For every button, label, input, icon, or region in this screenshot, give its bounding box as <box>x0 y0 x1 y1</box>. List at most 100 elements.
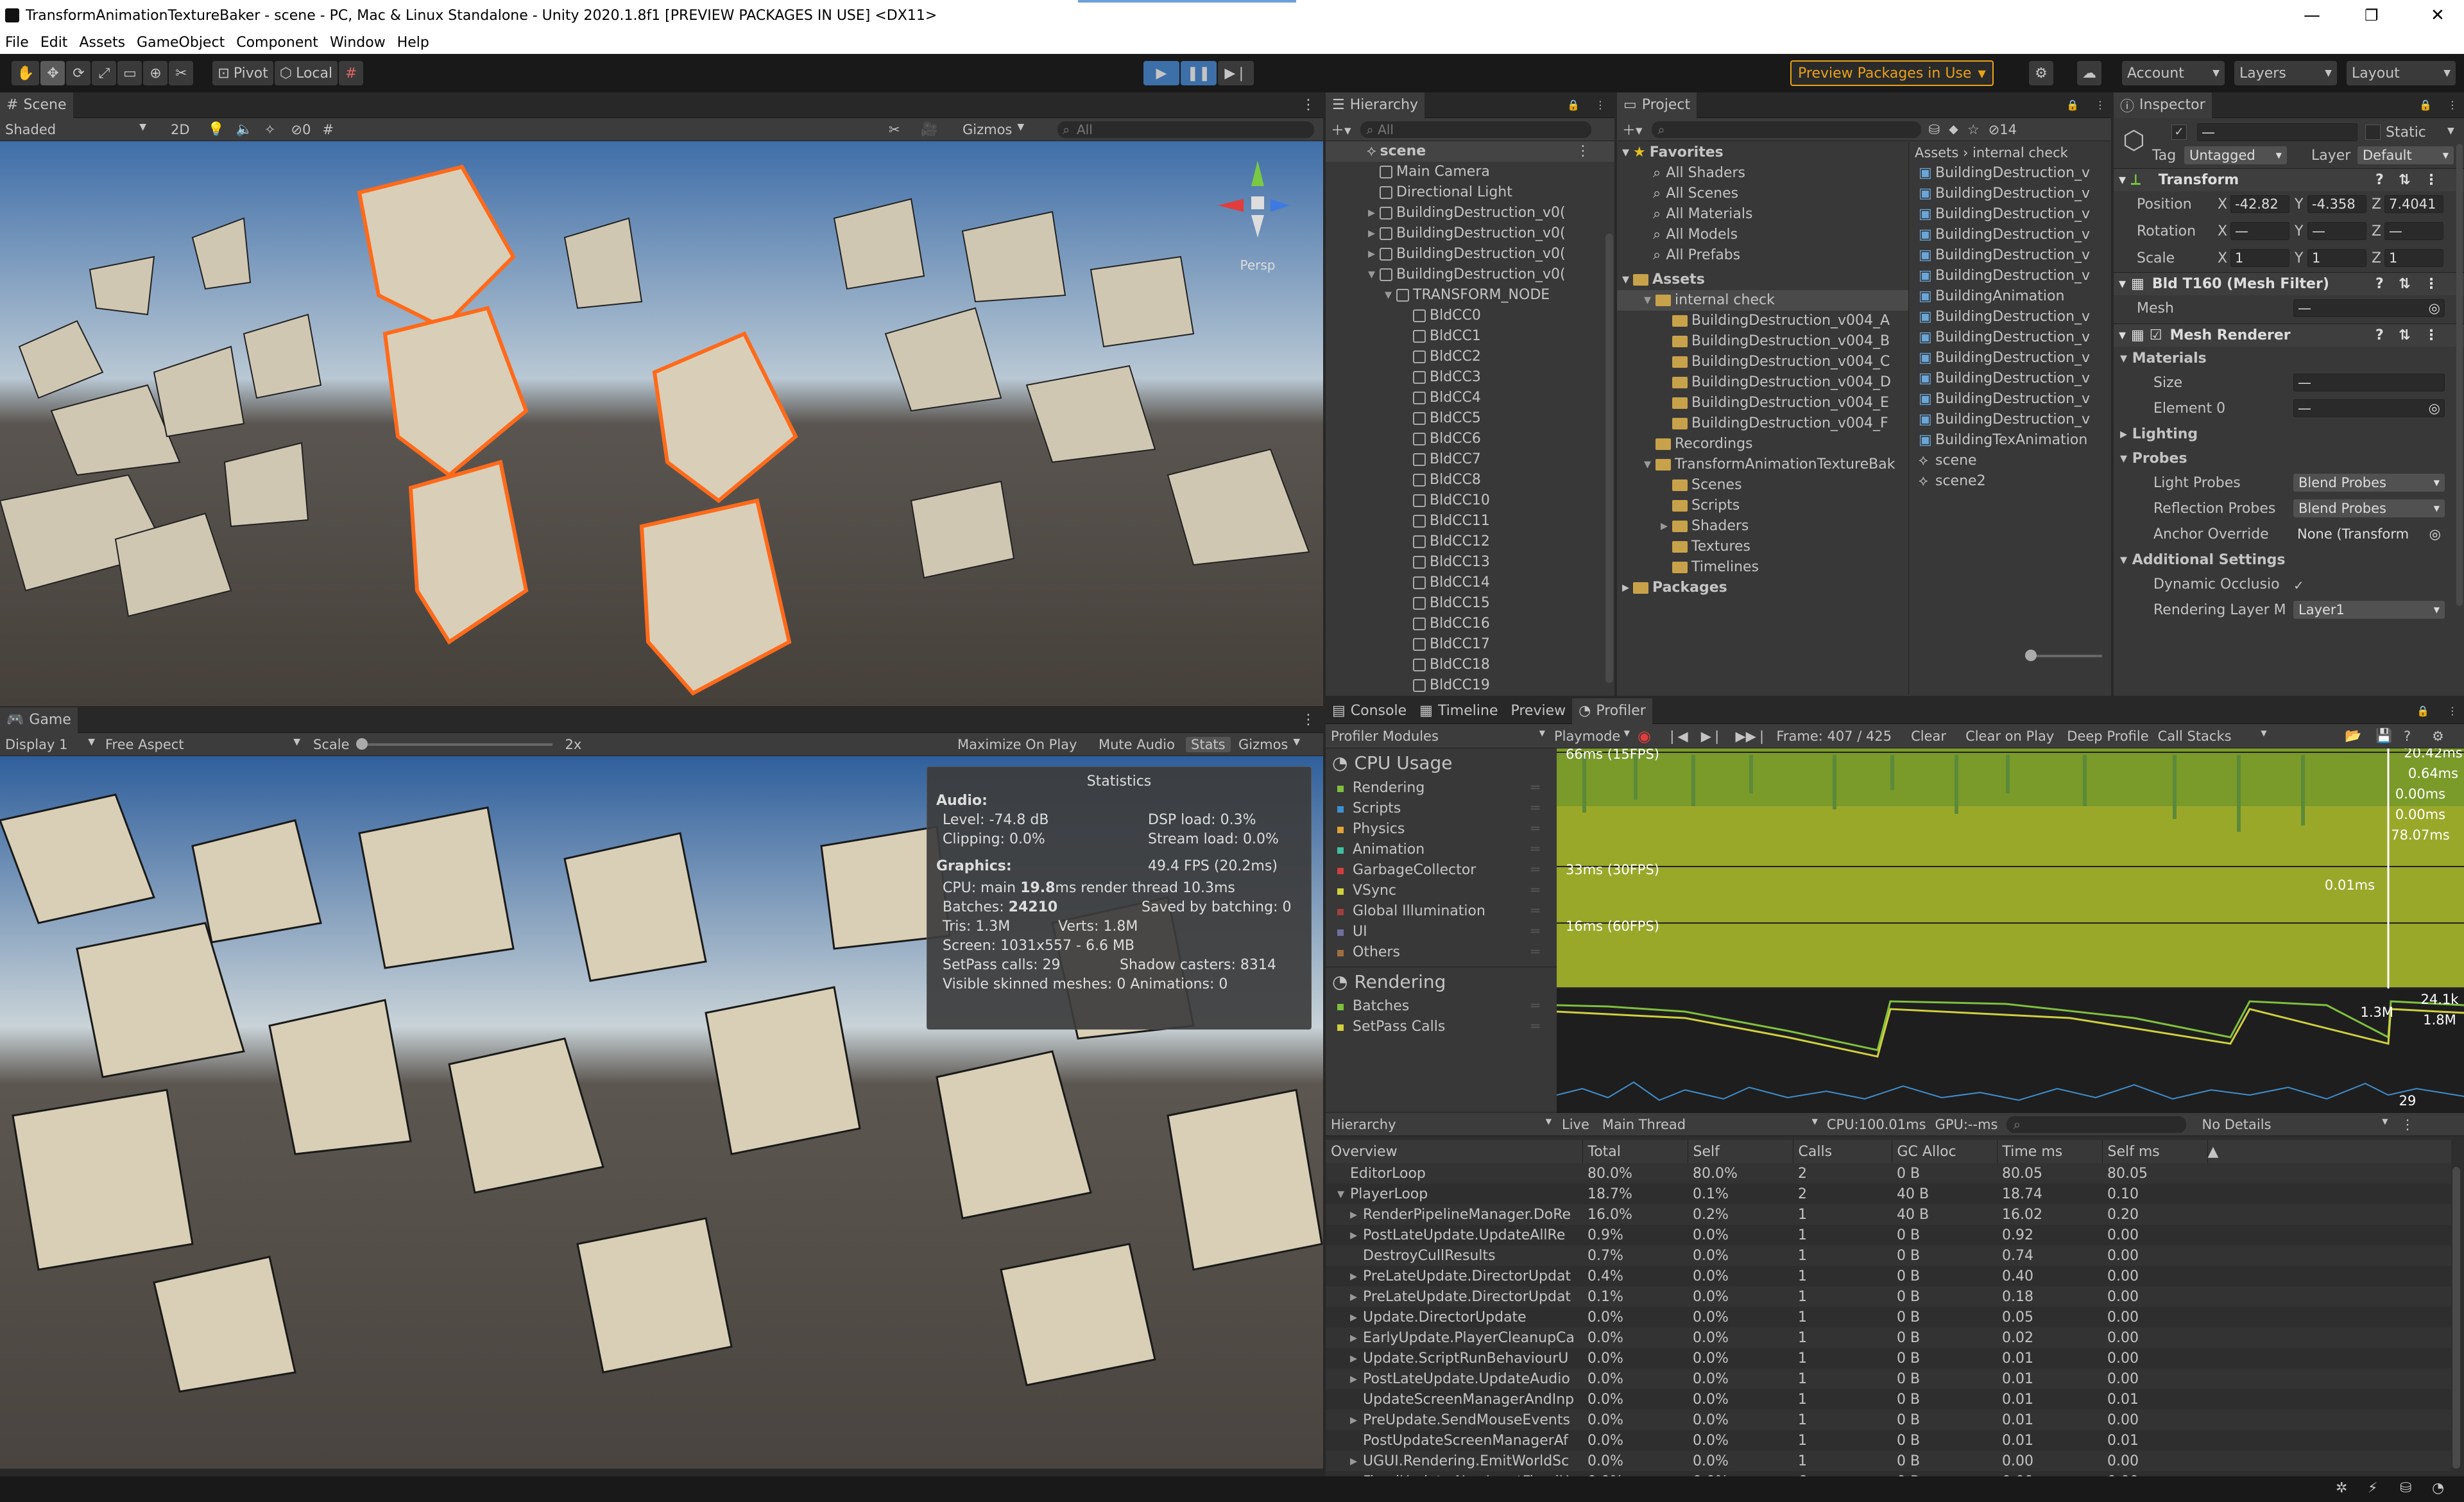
object-picker-icon[interactable]: ◎ <box>2429 300 2440 316</box>
reflection-probes-dropdown[interactable]: Blend Probes ▼ <box>2293 499 2445 517</box>
hidden-packages-icon[interactable]: ⊘ <box>1989 122 2000 137</box>
next-frame-icon[interactable]: ▶❘ <box>1701 729 1723 744</box>
hierarchy-item[interactable]: BldCC5 <box>1326 408 1614 429</box>
thread-dropdown[interactable]: Main Thread ▼ <box>1602 1117 1818 1132</box>
legend-item[interactable]: Animation ═ <box>1326 840 1557 860</box>
kebab-menu-icon[interactable]: ⋮ <box>2095 99 2105 111</box>
camera-icon[interactable]: 🎥 <box>921 121 937 137</box>
thumbnail-slider-thumb[interactable] <box>2025 650 2037 661</box>
file-item[interactable]: ▣ BuildingDestruction_v <box>1910 368 2111 389</box>
add-icon[interactable]: ＋▾ <box>1331 120 1351 139</box>
hierarchy-item[interactable]: ▸ BuildingDestruction_v0( <box>1326 203 1614 223</box>
preset-icon[interactable]: ⇅ <box>2399 172 2410 188</box>
legend-item[interactable]: Rendering ═ <box>1326 778 1557 798</box>
expand-arrow-icon[interactable]: ▸ <box>1368 223 1380 244</box>
rendering-module[interactable]: ◔ Rendering <box>1326 967 1557 996</box>
expand-arrow-icon[interactable]: ▸ <box>1350 1330 1363 1346</box>
table-row[interactable]: UpdateScreenManagerAndInp 0.0% 0.0% 1 0 B 0.0… <box>1326 1389 2451 1410</box>
profiler-search-input[interactable]: ⌕ <box>2006 1116 2187 1133</box>
tools-icon[interactable]: ✂ <box>889 122 900 137</box>
grid-icon[interactable]: # <box>322 122 334 137</box>
hierarchy-item[interactable]: BldCC11 <box>1326 511 1614 531</box>
drag-handle-icon[interactable]: ═ <box>1531 819 1539 840</box>
transform-pos-x-field[interactable]: -42.82 <box>2230 195 2289 213</box>
stats-button[interactable]: Stats <box>1186 736 1231 752</box>
expand-arrow-icon[interactable]: ▸ <box>1661 516 1672 537</box>
maximize-on-play-button[interactable]: Maximize On Play <box>954 737 1081 752</box>
legend-item[interactable]: VSync ═ <box>1326 881 1557 901</box>
file-item[interactable]: ▣ BuildingDestruction_v <box>1910 389 2111 410</box>
folder-item[interactable]: ▾ TransformAnimationTextureBak <box>1617 454 1908 475</box>
table-row[interactable]: ▸ PreLateUpdate.DirectorUpdat 0.1% 0.0% 1 0 B… <box>1326 1286 2451 1307</box>
hierarchy-item[interactable]: ▾ BuildingDestruction_v0( <box>1326 264 1614 285</box>
file-item[interactable]: ▣ BuildingDestruction_v <box>1910 266 2111 286</box>
folder-item[interactable]: ▾ internal check <box>1617 290 1908 311</box>
menu-component[interactable]: Component <box>236 35 318 51</box>
scene-search-input[interactable]: ⌕ All <box>1057 121 1314 138</box>
table-row[interactable]: ▸ RenderPipelineManager.DoRe 16.0% 0.2% 1 40 … <box>1326 1204 2451 1225</box>
hierarchy-item[interactable]: BldCC6 <box>1326 429 1614 449</box>
favorite-item[interactable]: ⌕ All Models <box>1617 225 1908 245</box>
play-button[interactable]: ▶ <box>1143 61 1179 85</box>
cache-icon[interactable]: ⛁ <box>2400 1480 2411 1496</box>
kebab-menu-icon[interactable]: ⋮ <box>1576 141 1590 162</box>
folder-item[interactable]: BuildingDestruction_v004_D <box>1617 372 1908 393</box>
expand-arrow-icon[interactable]: ▸ <box>1368 244 1380 264</box>
column-sort-icon[interactable]: ▲ <box>2207 1140 2451 1163</box>
column-header[interactable]: Time ms <box>1997 1140 2103 1163</box>
assets-head[interactable]: ▾ Assets <box>1617 270 1908 290</box>
breadcrumb-leaf[interactable]: internal check <box>1972 145 2068 160</box>
transform-rot-x-field[interactable]: — <box>2230 222 2289 240</box>
drag-handle-icon[interactable]: ═ <box>1531 840 1539 860</box>
menu-assets[interactable]: Assets <box>79 35 125 51</box>
file-item[interactable]: ▣ BuildingAnimation <box>1910 286 2111 307</box>
shading-dropdown[interactable]: Shaded ▼ <box>0 122 151 137</box>
display-dropdown[interactable]: Display 1 ▼ <box>0 737 100 752</box>
lighting-icon[interactable]: 💡 <box>208 121 225 137</box>
mute-audio-button[interactable]: Mute Audio <box>1095 737 1179 752</box>
hierarchy-item[interactable]: BldCC3 <box>1326 367 1614 388</box>
inspector-scrollbar[interactable] <box>2456 144 2463 606</box>
hierarchy-scene-row[interactable]: ⟡ scene ⋮ <box>1326 141 1614 162</box>
kebab-menu-icon[interactable]: ⋮ <box>1595 99 1605 111</box>
record-icon[interactable]: ◉ <box>1638 727 1651 745</box>
column-header[interactable]: GC Alloc <box>1892 1140 1998 1163</box>
folder-item[interactable]: BuildingDestruction_v004_A <box>1617 311 1908 331</box>
profiler-modules-dropdown[interactable]: Profiler Modules ▼ <box>1326 729 1550 744</box>
folder-item[interactable]: BuildingDestruction_v004_E <box>1617 393 1908 413</box>
hierarchy-item[interactable]: BldCC12 <box>1326 531 1614 552</box>
table-row[interactable]: ▸ PreUpdate.SendMouseEvents 0.0% 0.0% 1 0 B 0.… <box>1326 1410 2451 1430</box>
step-button[interactable]: ▶❘ <box>1218 61 1254 85</box>
transform-rot-y-field[interactable]: — <box>2307 222 2366 240</box>
hierarchy-item[interactable]: BldCC8 <box>1326 470 1614 490</box>
column-header[interactable]: Overview <box>1326 1140 1583 1163</box>
file-item[interactable]: ▣ BuildingTexAnimation <box>1910 430 2111 451</box>
expand-arrow-icon[interactable]: ▸ <box>1368 203 1380 223</box>
tab-profiler[interactable]: ◔ Profiler <box>1572 698 1652 724</box>
progress-icon[interactable]: ◔ <box>2432 1480 2444 1496</box>
light-probes-dropdown[interactable]: Blend Probes ▼ <box>2293 474 2445 492</box>
file-item[interactable]: ⟡ scene <box>1910 451 2111 471</box>
settings-icon[interactable]: ⚙ <box>2432 729 2444 744</box>
deep-profile-button[interactable]: Deep Profile <box>2067 729 2148 744</box>
file-item[interactable]: ⟡ scene2 <box>1910 471 2111 492</box>
tab-game[interactable]: 🎮 Game <box>0 707 78 733</box>
profiler-table-scrollbar[interactable] <box>2452 1167 2460 1469</box>
file-item[interactable]: ▣ BuildingDestruction_v <box>1910 327 2111 348</box>
local-toggle[interactable]: ⬡ Local <box>274 61 338 85</box>
drag-handle-icon[interactable]: ═ <box>1531 1017 1539 1037</box>
hierarchy-item[interactable]: ▸ BuildingDestruction_v0( <box>1326 244 1614 264</box>
lighting-foldout[interactable]: ▸ Lighting <box>2114 422 2464 447</box>
mesh-renderer-header[interactable]: ▾ ▦ ☑ Mesh Renderer? ⇅ ⋮ <box>2114 324 2464 347</box>
menu-gameobject[interactable]: GameObject <box>137 35 225 51</box>
move-tool-icon[interactable]: ✥ <box>40 61 65 85</box>
folder-item[interactable]: ▸ Shaders <box>1617 516 1908 537</box>
gizmos-dropdown[interactable]: Gizmos ▼ <box>963 122 1024 137</box>
profiler-charts[interactable]: 66ms (15FPS) 33ms (30FPS) 16ms (60FPS) 2… <box>1557 748 2464 1113</box>
drag-handle-icon[interactable]: ═ <box>1531 860 1539 881</box>
transform-pos-y-field[interactable]: -4.358 <box>2307 195 2366 213</box>
hierarchy-item[interactable]: ▾ TRANSFORM_NODE <box>1326 285 1614 306</box>
load-icon[interactable]: 📂 <box>2345 728 2361 744</box>
packages-head[interactable]: ▸ Packages <box>1617 578 1908 598</box>
file-item[interactable]: ▣ BuildingDestruction_v <box>1910 184 2111 204</box>
